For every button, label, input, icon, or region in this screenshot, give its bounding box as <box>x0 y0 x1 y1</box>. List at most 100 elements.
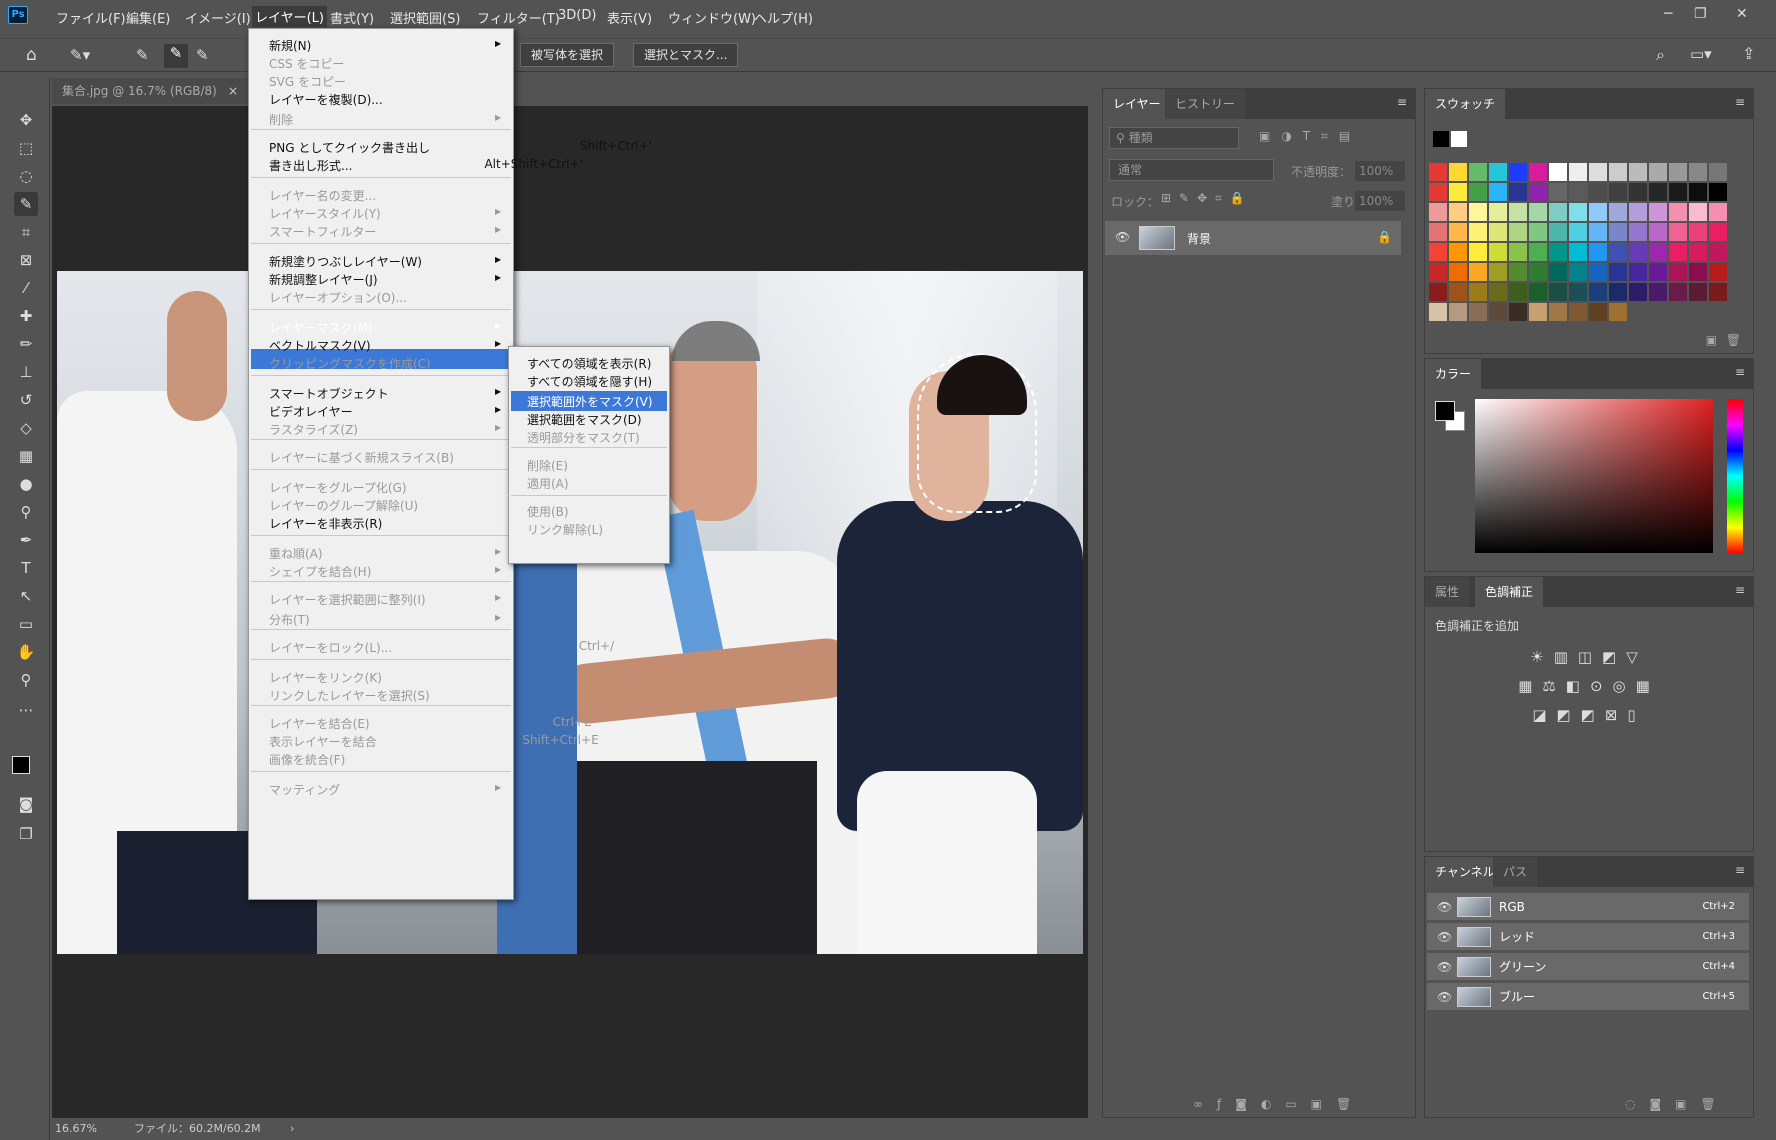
share-icon[interactable]: ⇪ <box>1742 44 1755 63</box>
color-swatch[interactable] <box>1709 283 1727 301</box>
color-swatch[interactable] <box>1429 223 1447 241</box>
color-swatch[interactable] <box>1529 183 1547 201</box>
foreground-color-swatch[interactable] <box>12 756 30 774</box>
hand-tool-icon[interactable]: ✋ <box>14 640 38 664</box>
channel-row[interactable]: 👁 グリーン Ctrl+4 <box>1427 953 1749 981</box>
color-swatch[interactable] <box>1629 263 1647 281</box>
eye-icon[interactable]: 👁 <box>1115 230 1130 244</box>
color-swatch[interactable] <box>1549 303 1567 321</box>
layer-menu-item[interactable]: 削除 ▶ <box>269 111 501 128</box>
color-swatch[interactable] <box>1489 243 1507 261</box>
color-swatch[interactable] <box>1509 163 1527 181</box>
color-swatch[interactable] <box>1449 283 1467 301</box>
menu-filter[interactable]: フィルター(T) <box>477 8 560 27</box>
menu-3d[interactable]: 3D(D) <box>558 8 596 23</box>
color-swatch[interactable] <box>1489 283 1507 301</box>
channel-footer-icons[interactable]: ◌◙▣🗑 <box>1625 1097 1730 1111</box>
panel-menu-icon[interactable]: ≡ <box>1735 365 1745 379</box>
color-swatch[interactable] <box>1429 243 1447 261</box>
hue-slider[interactable] <box>1727 399 1743 553</box>
color-swatch[interactable] <box>1429 163 1447 181</box>
color-swatch[interactable] <box>1589 283 1607 301</box>
filter-icons[interactable]: ▣◑T⌗▤ <box>1259 129 1361 144</box>
layer-menu-item[interactable]: レイヤーオプション(O)... <box>269 289 407 306</box>
color-swatch[interactable] <box>1709 163 1727 181</box>
color-swatch[interactable] <box>1689 163 1707 181</box>
color-swatch[interactable] <box>1609 183 1627 201</box>
color-swatch[interactable] <box>1649 283 1667 301</box>
color-swatch[interactable] <box>1669 243 1687 261</box>
color-swatch[interactable] <box>1569 183 1587 201</box>
color-swatch[interactable] <box>1689 223 1707 241</box>
color-swatch[interactable] <box>1549 243 1567 261</box>
panel-menu-icon[interactable]: ≡ <box>1735 583 1745 597</box>
layer-menu-item[interactable]: クリッピングマスクを作成(C)Alt+Ctrl+G <box>269 355 653 372</box>
color-swatch[interactable] <box>1509 183 1527 201</box>
fg-color[interactable] <box>1435 401 1455 421</box>
layer-menu-item[interactable]: レイヤー名の変更... <box>269 187 376 204</box>
color-swatch[interactable] <box>1429 303 1447 321</box>
color-swatch[interactable] <box>1649 243 1667 261</box>
color-swatch[interactable] <box>1429 283 1447 301</box>
more-tools-icon[interactable]: ⋯ <box>14 698 38 722</box>
color-swatch[interactable] <box>1669 223 1687 241</box>
color-swatch[interactable] <box>1589 163 1607 181</box>
layer-menu-item[interactable]: レイヤーのグループ解除(U)Shift+Ctrl+G <box>269 497 640 514</box>
color-swatch[interactable] <box>1509 263 1527 281</box>
adjustment-icons[interactable]: ☀▥◫◩▽ ▦⚖◧⊙◎▦ ◪◩◩⊠▯ <box>1489 643 1689 730</box>
color-swatch[interactable] <box>1429 183 1447 201</box>
add-to-selection-icon[interactable]: ✎ <box>164 44 188 68</box>
color-swatch[interactable] <box>1709 203 1727 221</box>
new-selection-icon[interactable]: ✎ <box>136 46 149 64</box>
tab-swatches[interactable]: スウォッチ <box>1425 89 1506 119</box>
color-swatch[interactable] <box>1609 283 1627 301</box>
lasso-tool-icon[interactable]: ◌ <box>14 164 38 188</box>
color-swatch[interactable] <box>1509 303 1527 321</box>
layer-menu-item[interactable]: ラスタライズ(Z) ▶ <box>269 421 501 438</box>
rectangle-tool-icon[interactable]: ▭ <box>14 612 38 636</box>
layer-menu-item[interactable]: ビデオレイヤー ▶ <box>269 403 501 420</box>
mask-submenu-item[interactable]: 使用(B) <box>527 503 569 520</box>
layer-menu-item[interactable]: 新規(N) ▶ <box>269 37 501 54</box>
color-swatch[interactable] <box>1629 223 1647 241</box>
clone-stamp-icon[interactable]: ⊥ <box>14 360 38 384</box>
color-swatch[interactable] <box>1589 183 1607 201</box>
eye-icon[interactable]: 👁 <box>1437 923 1452 951</box>
color-swatch[interactable] <box>1609 223 1627 241</box>
blend-mode-select[interactable]: 通常 <box>1109 159 1274 181</box>
color-swatch[interactable] <box>1649 183 1667 201</box>
color-swatch[interactable] <box>1469 163 1487 181</box>
subtract-selection-icon[interactable]: ✎ <box>196 46 209 64</box>
menu-file[interactable]: ファイル(F) <box>56 8 126 27</box>
color-swatch[interactable] <box>1569 243 1587 261</box>
lock-icons[interactable]: ⊞✎✥⌗🔒 <box>1161 191 1253 206</box>
menu-help[interactable]: ヘルプ(H) <box>754 8 813 27</box>
layer-menu-item[interactable]: レイヤーをロック(L)... Ctrl+/ <box>269 639 614 656</box>
color-swatch[interactable] <box>1569 223 1587 241</box>
layer-menu-item[interactable]: レイヤーを複製(D)... <box>269 91 383 108</box>
color-swatch[interactable] <box>1609 163 1627 181</box>
layer-menu-item[interactable]: 分布(T) ▶ <box>269 611 501 628</box>
minimize-button[interactable]: ─ <box>1664 6 1672 22</box>
panel-menu-icon[interactable]: ≡ <box>1397 95 1407 109</box>
color-swatch[interactable] <box>1549 203 1567 221</box>
document-tab[interactable]: 集合.jpg @ 16.7% (RGB/8) × <box>52 78 252 104</box>
layer-menu-item[interactable]: レイヤーをグループ化(G)Ctrl+G <box>269 479 629 496</box>
mask-submenu-item[interactable]: すべての領域を隠す(H) <box>527 373 652 390</box>
color-swatch[interactable] <box>1469 243 1487 261</box>
delete-swatch-icon[interactable]: 🗑 <box>1726 333 1741 347</box>
layer-menu-item[interactable]: 重ね順(A) ▶ <box>269 545 501 562</box>
quick-select-preset-icon[interactable]: ✎▾ <box>70 46 90 64</box>
mask-submenu-item[interactable]: 削除(E) <box>527 457 568 474</box>
color-swatch[interactable] <box>1669 183 1687 201</box>
mask-submenu-item[interactable]: 選択範囲外をマスク(V) <box>527 393 653 410</box>
menu-window[interactable]: ウィンドウ(W) <box>668 8 756 27</box>
layer-menu-item[interactable]: リンクしたレイヤーを選択(S) <box>269 687 430 704</box>
color-swatch[interactable] <box>1649 263 1667 281</box>
layer-menu-item[interactable]: 新規塗りつぶしレイヤー(W) ▶ <box>269 253 501 270</box>
color-swatch[interactable] <box>1529 203 1547 221</box>
swatch-grid[interactable] <box>1429 163 1749 321</box>
color-swatch[interactable] <box>1629 183 1647 201</box>
layer-menu-item[interactable]: ベクトルマスク(V) ▶ <box>269 337 501 354</box>
color-swatch[interactable] <box>1529 283 1547 301</box>
